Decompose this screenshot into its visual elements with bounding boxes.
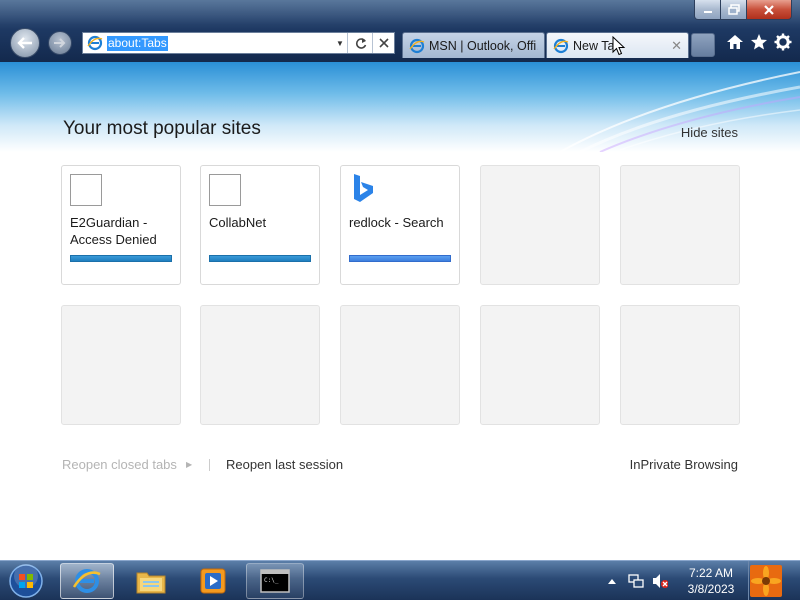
site-favicon [70, 174, 102, 206]
usage-bar [349, 255, 451, 262]
internet-explorer-icon [72, 569, 101, 593]
empty-site-tile[interactable] [620, 165, 740, 285]
back-button[interactable] [10, 28, 40, 58]
maximize-button[interactable] [720, 0, 747, 20]
home-button[interactable] [725, 32, 745, 52]
empty-site-tile[interactable] [480, 165, 600, 285]
taskbar-file-explorer[interactable] [124, 563, 178, 599]
favorites-button[interactable] [749, 32, 769, 52]
show-hidden-icons-button[interactable] [604, 573, 620, 589]
empty-site-tile[interactable] [620, 305, 740, 425]
star-icon [751, 34, 767, 50]
command-prompt-icon: C:\_ [260, 569, 290, 593]
browser-chrome: about:Tabs ▼ MSN | Outlook, Offi… New Ta… [0, 0, 800, 62]
chevron-right-icon: ▶ [186, 460, 193, 469]
svg-text:C:\_: C:\_ [264, 577, 279, 584]
address-dropdown-icon[interactable]: ▼ [334, 33, 346, 53]
site-tile[interactable]: E2Guardian - Access Denied [61, 165, 181, 285]
usage-bar [209, 255, 311, 262]
ie-favicon-icon [409, 38, 425, 53]
flower-picture-icon [750, 565, 782, 597]
tab-label: MSN | Outlook, Offi… [429, 38, 538, 53]
reopen-closed-tabs-link[interactable]: Reopen closed tabs [62, 457, 177, 472]
window-controls [694, 0, 792, 21]
folder-icon [136, 572, 166, 594]
network-icon [628, 574, 644, 588]
clock-date: 3/8/2023 [687, 582, 735, 596]
volume-tray-icon[interactable] [652, 573, 668, 589]
start-button[interactable] [6, 563, 46, 599]
empty-site-tile[interactable] [61, 305, 181, 425]
address-bar[interactable]: about:Tabs ▼ [82, 32, 395, 54]
ie-favicon-icon [87, 35, 103, 51]
address-separator [347, 33, 348, 53]
bing-icon [354, 174, 373, 202]
site-title: CollabNet [209, 215, 267, 230]
hide-sites-link[interactable]: Hide sites [681, 125, 738, 140]
close-icon [764, 4, 774, 15]
footer-separator [209, 459, 210, 471]
tab-close-icon[interactable]: ✕ [671, 38, 682, 54]
tab-msn[interactable]: MSN | Outlook, Offi… [402, 32, 545, 58]
site-tile[interactable]: CollabNet [200, 165, 320, 285]
minimize-button[interactable] [694, 0, 721, 20]
clock-time: 7:22 AM [688, 566, 734, 580]
empty-site-tile[interactable] [200, 305, 320, 425]
stop-button[interactable] [372, 33, 395, 53]
usage-bar [70, 255, 172, 262]
close-button[interactable] [746, 0, 792, 20]
refresh-button[interactable] [349, 33, 372, 53]
taskbar-command-prompt[interactable]: C:\_ [246, 563, 304, 599]
site-favicon [209, 174, 241, 206]
system-clock[interactable]: 7:22 AM 3/8/2023 [676, 565, 746, 597]
ie-favicon-icon [553, 38, 569, 53]
gear-icon [774, 33, 792, 51]
taskbar-media-player[interactable] [186, 563, 240, 599]
windows-start-icon [9, 564, 43, 598]
user-picture [750, 565, 782, 597]
stop-icon [378, 38, 389, 48]
tab-label: New Ta [573, 38, 615, 53]
network-tray-icon[interactable] [628, 573, 644, 589]
taskbar-internet-explorer[interactable] [60, 563, 114, 599]
empty-site-tile[interactable] [480, 305, 600, 425]
minimize-icon [703, 10, 712, 13]
restore-icon [727, 4, 740, 15]
forward-button[interactable] [48, 31, 72, 55]
back-arrow-icon [17, 37, 32, 49]
reopen-last-session-link[interactable]: Reopen last session [226, 457, 343, 472]
media-player-icon [200, 568, 226, 594]
forward-arrow-icon [54, 38, 66, 48]
volume-muted-icon [653, 574, 668, 588]
new-tab-button[interactable] [691, 33, 715, 57]
inprivate-browsing-link[interactable]: InPrivate Browsing [630, 457, 738, 472]
site-title: redlock - Search [349, 215, 444, 230]
page-title: Your most popular sites [63, 118, 261, 139]
tools-button[interactable] [773, 32, 793, 52]
refresh-icon [355, 38, 366, 49]
chevron-up-icon [608, 579, 616, 584]
site-title: E2Guardian - Access Denied [70, 215, 157, 247]
address-text[interactable]: about:Tabs [107, 35, 168, 51]
new-tab-page: Your most popular sites Hide sites E2Gua… [0, 62, 800, 560]
mouse-cursor-icon [612, 36, 626, 56]
empty-site-tile[interactable] [340, 305, 460, 425]
home-icon [727, 35, 743, 49]
taskbar: C:\_ 7:22 AM 3/8/2023 [0, 560, 800, 600]
site-tile[interactable]: redlock - Search [340, 165, 460, 285]
